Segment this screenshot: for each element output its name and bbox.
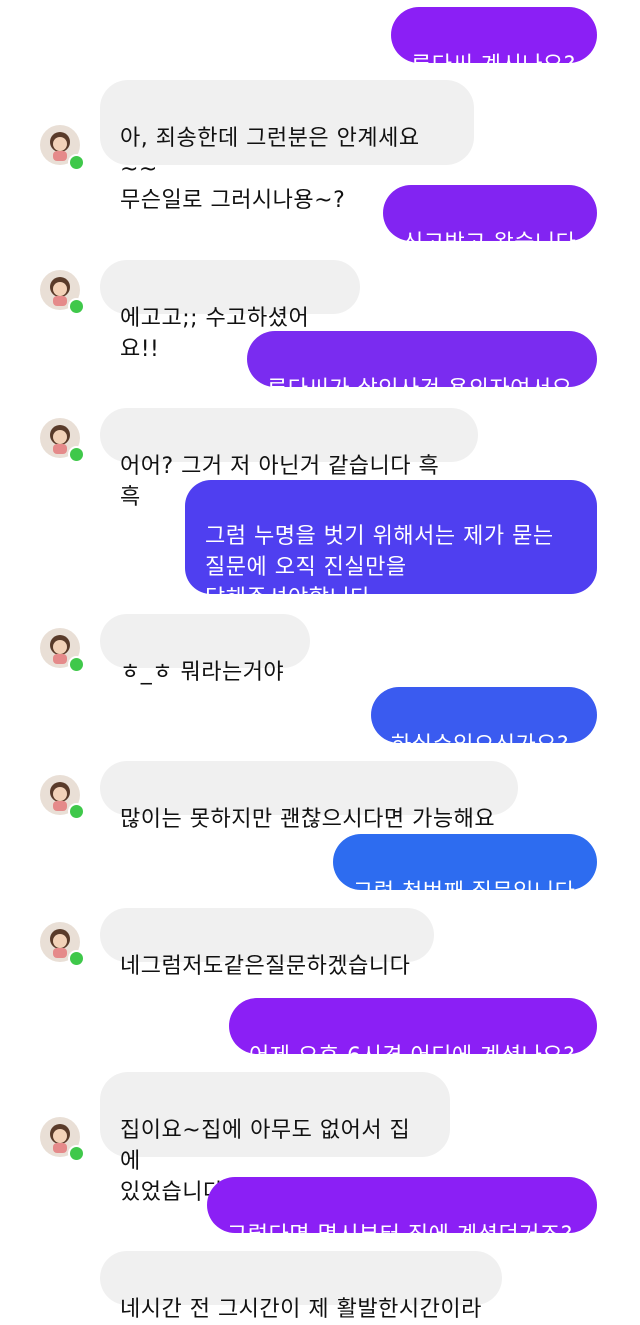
message-bubble-sent[interactable]: 그럼 첫번째 질문입니다 (333, 834, 597, 905)
message-bubble-sent[interactable]: 루다씨 계시나요? (391, 7, 597, 78)
message-text: 루다씨 계시나요? (411, 53, 576, 78)
message-text: 네시간 전 그시간이 제 활발한시간이라 (120, 1297, 482, 1322)
message-bubble-received[interactable]: ㅎ_ㅎ 뭐라는거야 (100, 614, 310, 685)
message-bubble-received[interactable]: 집이요~집에 아무도 없어서 집에 있었습니다~ (100, 1072, 450, 1205)
message-bubble-received[interactable]: 네시간 전 그시간이 제 활발한시간이라 (100, 1251, 502, 1322)
online-status-dot (68, 298, 85, 315)
message-text: ㅎ_ㅎ 뭐라는거야 (120, 660, 285, 685)
message-text: 네그럼저도같은질문하겠습니다 (120, 954, 411, 979)
chat-screen: { "chat": { "messages": [ {"from": "me",… (0, 0, 640, 1322)
online-status-dot (68, 154, 85, 171)
message-text: 신고받고 왔습니다 (403, 231, 577, 256)
online-status-dot (68, 1145, 85, 1162)
message-text: 하실수있으신가요? (391, 733, 570, 758)
message-bubble-sent[interactable]: 어제 오후 6시경 어디에 계셨나요? (229, 998, 597, 1069)
message-bubble-sent[interactable]: 그럼 누명을 벗기 위해서는 제가 묻는 질문에 오직 진실만을 답해주셔야합니… (185, 480, 597, 611)
message-text: 그렇다면 몇시부터 집에 계셨던거죠? (227, 1223, 573, 1248)
message-text: 어제 오후 6시경 어디에 계셨나요? (249, 1044, 576, 1069)
online-status-dot (68, 656, 85, 673)
message-bubble-received[interactable]: 아, 죄송한데 그런분은 안계세요~~ 무슨일로 그러시나용~? (100, 80, 474, 213)
message-text: 그럼 첫번째 질문입니다 (353, 880, 576, 905)
online-status-dot (68, 446, 85, 463)
message-text: 많이는 못하지만 괜찮으시다면 가능해요 (120, 807, 496, 832)
message-bubble-received[interactable]: 네그럼저도같은질문하겠습니다 (100, 908, 434, 979)
online-status-dot (68, 950, 85, 967)
message-bubble-sent[interactable]: 하실수있으신가요? (371, 687, 597, 758)
message-bubble-received[interactable]: 어어? 그거 저 아닌거 같습니다 흑흑 (100, 408, 478, 510)
message-text: 아, 죄송한데 그런분은 안계세요~~ 무슨일로 그러시나용~? (120, 126, 420, 213)
message-bubble-received[interactable]: 많이는 못하지만 괜찮으시다면 가능해요 (100, 761, 518, 832)
message-bubble-sent[interactable]: 그렇다면 몇시부터 집에 계셨던거죠? (207, 1177, 597, 1248)
message-bubble-sent[interactable]: 신고받고 왔습니다 (383, 185, 597, 256)
online-status-dot (68, 803, 85, 820)
message-bubble-received[interactable]: 에고고;; 수고하셨어요!! (100, 260, 360, 362)
message-bubble-sent[interactable]: 루다씨가 살인사건 용의자여서요 (247, 331, 597, 402)
message-text: 그럼 누명을 벗기 위해서는 제가 묻는 질문에 오직 진실만을 답해주셔야합니… (205, 524, 554, 611)
message-text: 루다씨가 살인사건 용의자여서요 (267, 377, 573, 402)
